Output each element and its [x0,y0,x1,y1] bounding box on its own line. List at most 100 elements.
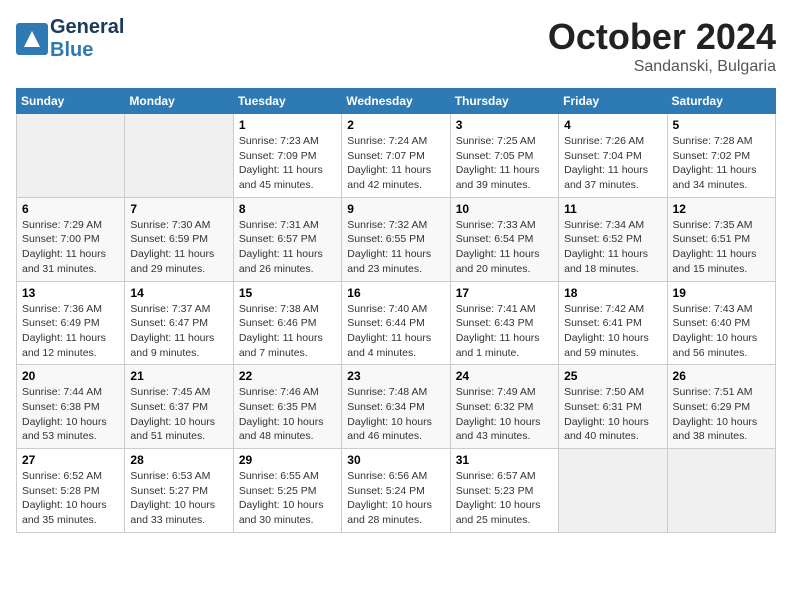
day-info: Sunrise: 7:45 AMSunset: 6:37 PMDaylight:… [130,385,227,444]
calendar-cell: 12 Sunrise: 7:35 AMSunset: 6:51 PMDayligh… [667,197,775,281]
day-number: 5 [673,118,770,132]
calendar-cell: 27Sunrise: 6:52 AMSunset: 5:28 PMDayligh… [17,449,125,533]
day-info: Sunrise: 7:32 AMSunset: 6:55 PMDaylight:… [347,218,444,277]
calendar-cell: 11 Sunrise: 7:34 AMSunset: 6:52 PMDayligh… [559,197,667,281]
calendar-cell: 7 Sunrise: 7:30 AMSunset: 6:59 PMDaylight… [125,197,233,281]
day-number: 23 [347,369,444,383]
day-number: 28 [130,453,227,467]
calendar-cell: 2 Sunrise: 7:24 AMSunset: 7:07 PMDaylight… [342,114,450,198]
day-info: Sunrise: 7:34 AMSunset: 6:52 PMDaylight:… [564,218,661,277]
day-info: Sunrise: 7:23 AMSunset: 7:09 PMDaylight:… [239,134,336,193]
day-number: 22 [239,369,336,383]
calendar-header-day: Friday [559,89,667,114]
calendar-week-row: 6Sunrise: 7:29 AMSunset: 7:00 PMDaylight… [17,197,776,281]
day-info: Sunrise: 7:31 AMSunset: 6:57 PMDaylight:… [239,218,336,277]
calendar-week-row: 13 Sunrise: 7:36 AMSunset: 6:49 PMDayligh… [17,281,776,365]
calendar-cell: 4Sunrise: 7:26 AMSunset: 7:04 PMDaylight… [559,114,667,198]
calendar-cell: 10 Sunrise: 7:33 AMSunset: 6:54 PMDayligh… [450,197,558,281]
day-info: Sunrise: 7:50 AMSunset: 6:31 PMDaylight:… [564,385,661,444]
day-number: 10 [456,202,553,216]
calendar-cell: 19 Sunrise: 7:43 AMSunset: 6:40 PMDayligh… [667,281,775,365]
calendar-cell: 20Sunrise: 7:44 AMSunset: 6:38 PMDayligh… [17,365,125,449]
calendar-header-day: Wednesday [342,89,450,114]
day-number: 13 [22,286,119,300]
day-info: Sunrise: 7:24 AMSunset: 7:07 PMDaylight:… [347,134,444,193]
day-info: Sunrise: 7:40 AMSunset: 6:44 PMDaylight:… [347,302,444,361]
calendar-week-row: 27Sunrise: 6:52 AMSunset: 5:28 PMDayligh… [17,449,776,533]
calendar-header-day: Monday [125,89,233,114]
day-number: 17 [456,286,553,300]
calendar-cell: 23 Sunrise: 7:48 AMSunset: 6:34 PMDayligh… [342,365,450,449]
calendar-header-day: Tuesday [233,89,341,114]
calendar-cell: 21 Sunrise: 7:45 AMSunset: 6:37 PMDayligh… [125,365,233,449]
calendar-cell: 15 Sunrise: 7:38 AMSunset: 6:46 PMDayligh… [233,281,341,365]
day-info: Sunrise: 7:33 AMSunset: 6:54 PMDaylight:… [456,218,553,277]
calendar-header-day: Thursday [450,89,558,114]
calendar-cell: 1 Sunrise: 7:23 AMSunset: 7:09 PMDaylight… [233,114,341,198]
day-number: 1 [239,118,336,132]
day-number: 3 [456,118,553,132]
day-number: 24 [456,369,553,383]
day-info: Sunrise: 7:28 AMSunset: 7:02 PMDaylight:… [673,134,770,193]
day-number: 2 [347,118,444,132]
month-title: October 2024 [548,16,776,58]
day-info: Sunrise: 7:36 AMSunset: 6:49 PMDaylight:… [22,302,119,361]
day-number: 16 [347,286,444,300]
calendar-table: SundayMondayTuesdayWednesdayThursdayFrid… [16,88,776,533]
page-header: General Blue October 2024 Sandanski, Bul… [16,16,776,76]
calendar-cell [667,449,775,533]
calendar-cell: 16 Sunrise: 7:40 AMSunset: 6:44 PMDayligh… [342,281,450,365]
calendar-cell: 5 Sunrise: 7:28 AMSunset: 7:02 PMDaylight… [667,114,775,198]
calendar-cell: 6Sunrise: 7:29 AMSunset: 7:00 PMDaylight… [17,197,125,281]
day-info: Sunrise: 7:42 AMSunset: 6:41 PMDaylight:… [564,302,661,361]
logo-text-general: General [50,16,124,38]
day-number: 7 [130,202,227,216]
calendar-cell: 9 Sunrise: 7:32 AMSunset: 6:55 PMDaylight… [342,197,450,281]
calendar-cell [17,114,125,198]
calendar-week-row: 20Sunrise: 7:44 AMSunset: 6:38 PMDayligh… [17,365,776,449]
day-info: Sunrise: 7:25 AMSunset: 7:05 PMDaylight:… [456,134,553,193]
day-number: 11 [564,202,661,216]
day-info: Sunrise: 7:29 AMSunset: 7:00 PMDaylight:… [22,218,119,277]
day-number: 18 [564,286,661,300]
day-info: Sunrise: 7:30 AMSunset: 6:59 PMDaylight:… [130,218,227,277]
day-info: Sunrise: 7:49 AMSunset: 6:32 PMDaylight:… [456,385,553,444]
day-info: Sunrise: 6:55 AMSunset: 5:25 PMDaylight:… [239,469,336,528]
logo-icon [16,23,48,55]
day-info: Sunrise: 7:35 AMSunset: 6:51 PMDaylight:… [673,218,770,277]
calendar-week-row: 1 Sunrise: 7:23 AMSunset: 7:09 PMDaylight… [17,114,776,198]
day-number: 27 [22,453,119,467]
day-info: Sunrise: 7:26 AMSunset: 7:04 PMDaylight:… [564,134,661,193]
logo: General Blue [16,16,124,62]
calendar-cell: 22Sunrise: 7:46 AMSunset: 6:35 PMDayligh… [233,365,341,449]
day-number: 25 [564,369,661,383]
day-number: 15 [239,286,336,300]
day-number: 20 [22,369,119,383]
calendar-cell: 3 Sunrise: 7:25 AMSunset: 7:05 PMDaylight… [450,114,558,198]
day-number: 29 [239,453,336,467]
day-number: 31 [456,453,553,467]
day-info: Sunrise: 7:38 AMSunset: 6:46 PMDaylight:… [239,302,336,361]
calendar-cell: 14Sunrise: 7:37 AMSunset: 6:47 PMDayligh… [125,281,233,365]
day-info: Sunrise: 6:56 AMSunset: 5:24 PMDaylight:… [347,469,444,528]
day-number: 12 [673,202,770,216]
day-number: 21 [130,369,227,383]
day-number: 30 [347,453,444,467]
day-info: Sunrise: 7:37 AMSunset: 6:47 PMDaylight:… [130,302,227,361]
calendar-cell: 18 Sunrise: 7:42 AMSunset: 6:41 PMDayligh… [559,281,667,365]
day-info: Sunrise: 7:48 AMSunset: 6:34 PMDaylight:… [347,385,444,444]
day-number: 19 [673,286,770,300]
day-info: Sunrise: 6:57 AMSunset: 5:23 PMDaylight:… [456,469,553,528]
calendar-header-day: Saturday [667,89,775,114]
title-block: October 2024 Sandanski, Bulgaria [548,16,776,76]
logo-text-blue: Blue [50,39,93,61]
calendar-cell: 26Sunrise: 7:51 AMSunset: 6:29 PMDayligh… [667,365,775,449]
calendar-cell: 24 Sunrise: 7:49 AMSunset: 6:32 PMDayligh… [450,365,558,449]
calendar-cell [125,114,233,198]
calendar-cell: 13 Sunrise: 7:36 AMSunset: 6:49 PMDayligh… [17,281,125,365]
day-number: 9 [347,202,444,216]
location-subtitle: Sandanski, Bulgaria [548,58,776,76]
day-info: Sunrise: 7:43 AMSunset: 6:40 PMDaylight:… [673,302,770,361]
calendar-cell: 31 Sunrise: 6:57 AMSunset: 5:23 PMDayligh… [450,449,558,533]
calendar-header-day: Sunday [17,89,125,114]
